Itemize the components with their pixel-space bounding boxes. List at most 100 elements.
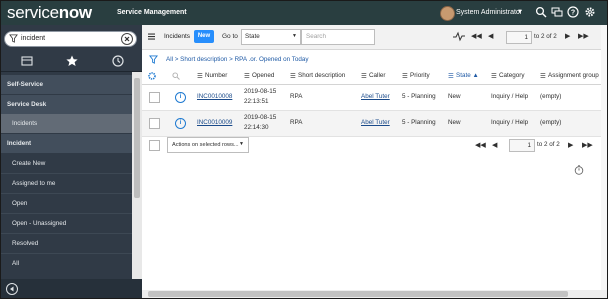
- history-icon[interactable]: [111, 54, 125, 68]
- column-search-icon[interactable]: [172, 72, 180, 80]
- nav-module-open[interactable]: Open: [1, 194, 132, 213]
- gear-icon[interactable]: [584, 6, 596, 18]
- actions-select-value: Actions on selected rows...: [172, 141, 239, 148]
- page-number-value: 1: [524, 34, 528, 41]
- nav-app-incident[interactable]: Incident: [1, 134, 132, 153]
- navigator-scrollbar-thumb[interactable]: [134, 78, 140, 198]
- column-header-label: Priority: [410, 72, 430, 79]
- nav-app-service-desk[interactable]: Service Desk: [1, 95, 132, 114]
- select-all-checkbox[interactable]: [149, 140, 160, 151]
- list-search-placeholder: Search: [306, 33, 326, 40]
- info-icon[interactable]: i: [175, 118, 186, 129]
- page-number-input[interactable]: 1: [509, 139, 535, 152]
- table-row[interactable]: i INC0010009 2019-08-15 22:14:30 RPA Abe…: [142, 111, 607, 137]
- breadcrumb[interactable]: All > Short description > RPA .or. Opene…: [166, 56, 309, 63]
- next-page-icon[interactable]: ▶: [565, 32, 570, 40]
- nav-module-label: Create New: [12, 160, 46, 167]
- list-header-bar: Incidents New Go to State ▼ Search ◀◀ ◀ 1…: [142, 25, 607, 50]
- chevron-down-icon: ▼: [292, 33, 297, 39]
- navigator-filter-input[interactable]: incident: [4, 31, 137, 47]
- column-header-caller[interactable]: ☰ Caller: [361, 72, 385, 80]
- collapse-navigator-icon[interactable]: [6, 283, 18, 295]
- list-menu-icon[interactable]: [148, 33, 155, 40]
- first-page-icon[interactable]: ◀◀: [475, 141, 486, 149]
- caller-link[interactable]: Abel Tuter: [361, 93, 390, 100]
- actions-on-selected-rows-select[interactable]: Actions on selected rows... ▼: [167, 137, 249, 153]
- column-header-number[interactable]: ☰ Number: [197, 72, 227, 80]
- column-header-category[interactable]: ☰ Category: [491, 72, 525, 80]
- column-header-assignment-group[interactable]: ☰ Assignment group: [540, 72, 599, 80]
- table-row[interactable]: i INC0010008 2019-08-15 22:13:51 RPA Abe…: [142, 85, 607, 111]
- page-number-input[interactable]: 1: [506, 31, 532, 44]
- sort-ascending-icon: ▲: [472, 72, 479, 79]
- app-subtitle: Service Management: [117, 9, 187, 16]
- column-menu-icon[interactable]: ☰: [361, 73, 367, 80]
- short-description-cell: RPA: [290, 93, 303, 100]
- horizontal-scrollbar-thumb[interactable]: [148, 291, 568, 297]
- search-icon[interactable]: [535, 6, 547, 18]
- incident-number-link[interactable]: INC0010008: [197, 93, 232, 100]
- page-number-value: 1: [527, 142, 531, 149]
- column-menu-icon[interactable]: ☰: [197, 73, 203, 80]
- nav-module-open-unassigned[interactable]: Open - Unassigned: [1, 214, 132, 233]
- archive-icon[interactable]: [20, 54, 34, 68]
- last-page-icon[interactable]: ▶▶: [578, 32, 589, 40]
- user-avatar[interactable]: [440, 6, 455, 21]
- navigator-footer: [1, 279, 142, 298]
- column-header-state[interactable]: ☰ State ▲: [448, 72, 479, 80]
- application-navigator: incident Self-Service Service Desk Incid…: [1, 25, 142, 298]
- nav-module-assigned-to-me[interactable]: Assigned to me: [1, 174, 132, 193]
- nav-module-all[interactable]: All: [1, 254, 132, 273]
- new-button[interactable]: New: [194, 30, 214, 43]
- clear-filter-icon[interactable]: [121, 33, 133, 45]
- row-select-checkbox[interactable]: [149, 92, 160, 103]
- nav-app-self-service[interactable]: Self-Service: [1, 75, 132, 94]
- navigator-scrollbar[interactable]: [132, 72, 142, 284]
- column-menu-icon[interactable]: ☰: [290, 73, 296, 80]
- incident-number-link[interactable]: INC0010009: [197, 119, 232, 126]
- column-menu-icon[interactable]: ☰: [540, 73, 546, 80]
- column-header-priority[interactable]: ☰ Priority: [402, 72, 430, 80]
- column-menu-icon[interactable]: ☰: [244, 73, 250, 80]
- priority-cell: 5 - Planning: [402, 119, 436, 126]
- column-menu-icon[interactable]: ☰: [448, 73, 454, 80]
- top-header: servicenow Service Management System Adm…: [1, 1, 607, 25]
- star-icon[interactable]: [65, 54, 79, 68]
- caller-link[interactable]: Abel Tuter: [361, 119, 390, 126]
- help-icon[interactable]: ?: [567, 6, 579, 18]
- nav-app-label: Incident: [7, 140, 32, 147]
- chat-icon[interactable]: [551, 6, 563, 18]
- column-menu-icon[interactable]: ☰: [491, 73, 497, 80]
- column-header-opened[interactable]: ☰ Opened: [244, 72, 274, 80]
- next-page-icon[interactable]: ▶: [568, 141, 573, 149]
- column-menu-icon[interactable]: ☰: [402, 73, 408, 80]
- navigator-tabs: [1, 51, 142, 72]
- user-menu-caret-icon[interactable]: ▼: [517, 9, 523, 15]
- opened-date: 2019-08-15: [244, 114, 277, 121]
- first-page-icon[interactable]: ◀◀: [471, 32, 482, 40]
- nav-module-resolved[interactable]: Resolved: [1, 234, 132, 253]
- list-search-input[interactable]: Search: [301, 29, 375, 45]
- previous-page-icon[interactable]: ◀: [488, 32, 493, 40]
- nav-module-incidents[interactable]: Incidents: [1, 114, 132, 133]
- filter-icon: [9, 34, 18, 43]
- last-page-icon[interactable]: ▶▶: [582, 141, 593, 149]
- brand-service-text: service: [7, 3, 59, 22]
- list-horizontal-scrollbar[interactable]: [142, 290, 607, 298]
- column-header-short-description[interactable]: ☰ Short description: [290, 72, 345, 80]
- assignment-group-cell: (empty): [540, 119, 562, 126]
- nav-module-label: Resolved: [12, 240, 39, 247]
- row-select-checkbox[interactable]: [149, 118, 160, 129]
- servicenow-logo[interactable]: servicenow: [7, 3, 92, 23]
- goto-field-select[interactable]: State ▼: [241, 29, 301, 45]
- user-menu-name[interactable]: System Administrator: [456, 9, 522, 16]
- list-settings-gear-icon[interactable]: [147, 71, 157, 81]
- info-icon[interactable]: i: [175, 92, 186, 103]
- activity-stream-icon[interactable]: [453, 31, 465, 42]
- category-cell: Inquiry / Help: [491, 93, 529, 100]
- list-vertical-scrollbar[interactable]: [601, 25, 607, 290]
- breadcrumb-filter-icon[interactable]: [149, 55, 158, 64]
- previous-page-icon[interactable]: ◀: [492, 141, 497, 149]
- nav-module-create-new[interactable]: Create New: [1, 154, 132, 173]
- page-total: to 2 of 2: [537, 141, 560, 148]
